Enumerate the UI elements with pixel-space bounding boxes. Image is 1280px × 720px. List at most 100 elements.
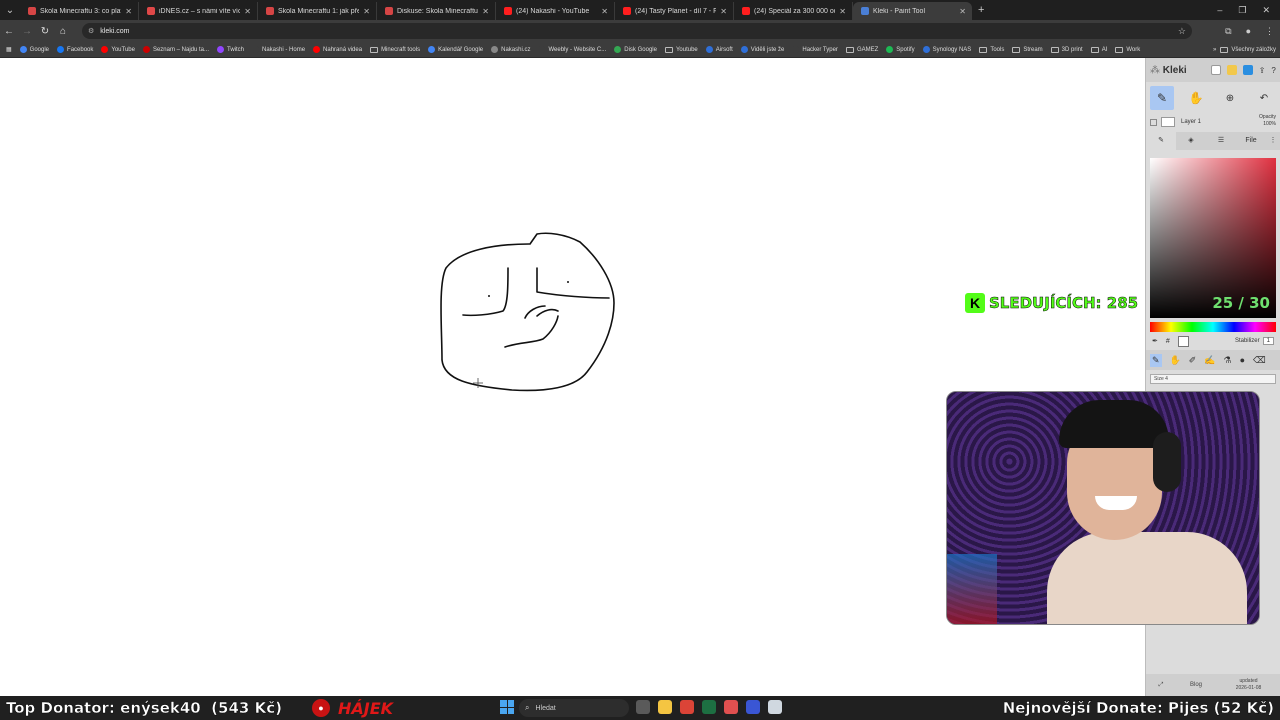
eraser-icon[interactable]: ⌫ [1253,355,1266,366]
current-color-swatch[interactable] [1177,335,1189,347]
address-bar[interactable]: ⚙ kleki.com ☆ [82,23,1192,39]
close-tab-icon[interactable]: ✕ [959,7,966,16]
layer-visibility-checkbox[interactable] [1150,118,1157,126]
bookmark-item[interactable]: Nahraná videa [313,46,362,53]
blend-brush-icon[interactable]: ✋ [1170,355,1181,366]
profile-icon[interactable]: ● [1246,26,1251,36]
tab-file[interactable]: File [1236,132,1266,150]
chemy-brush-icon[interactable]: ⚗ [1224,355,1232,366]
home-icon[interactable]: ⌂ [54,26,72,37]
pen-brush-icon[interactable]: ✎ [1150,353,1162,367]
kleki-favicon-icon [861,7,869,15]
blog-link[interactable]: Blog [1176,682,1216,688]
close-tab-icon[interactable]: ✕ [125,7,132,16]
bookmark-folder[interactable]: Minecraft tools [370,46,420,53]
undo-icon[interactable]: ↶ [1252,86,1276,110]
bookmark-item[interactable]: Spotify [886,46,915,53]
close-tab-icon[interactable]: ✕ [720,7,727,16]
chrome-icon[interactable] [680,700,694,714]
tab-layers[interactable]: ◈ [1176,132,1206,150]
bookmark-item[interactable]: Twitch [217,46,244,53]
excel-icon[interactable] [702,700,716,714]
brush-tool-icon[interactable]: ✎ [1150,86,1174,110]
color-picker[interactable]: 25 / 30 [1150,158,1276,318]
bookmark-item[interactable]: Facebook [57,46,93,53]
steam-icon[interactable] [768,700,782,714]
hue-slider[interactable] [1150,322,1276,332]
bookmark-item[interactable]: YouTube [101,46,135,53]
layer-row[interactable]: Layer 1 Opacity 100% [1146,114,1280,130]
task-view-icon[interactable] [636,700,650,714]
bookmark-item[interactable]: Nakashi - Home [252,46,305,53]
minimize-icon[interactable]: – [1217,5,1222,15]
bookmark-item[interactable]: Viděli jste že [740,46,784,53]
stabilizer-select[interactable]: 1 [1262,337,1274,345]
forward-icon[interactable]: → [18,26,36,37]
bookmark-item[interactable]: Disk Google [614,46,657,53]
back-icon[interactable]: ← [0,26,18,37]
folder-open-icon[interactable] [1226,65,1237,75]
file-explorer-icon[interactable] [658,700,672,714]
browser-tab[interactable]: Kleki - Paint Tool ✕ [853,2,972,20]
tab-adjust[interactable]: ☰ [1206,132,1236,150]
bookmark-folder[interactable]: 3D print [1050,46,1083,53]
browser-tab[interactable]: (24) Speciál za 300 000 odběr ✕ [734,2,853,20]
bookmarks-overflow-button[interactable]: » [1213,47,1216,53]
bookmark-item[interactable]: Weebly - Website C... [538,46,606,53]
close-tab-icon[interactable]: ✕ [363,7,370,16]
sketchy-brush-icon[interactable]: ✐ [1189,355,1197,366]
close-tab-icon[interactable]: ✕ [482,7,489,16]
browser-tab[interactable]: (24) Tasty Planet - díl 7 - Finál✕ [615,2,734,20]
maximize-icon[interactable]: ❐ [1238,5,1246,16]
size-slider[interactable]: Size 4 [1150,374,1276,384]
all-bookmarks-folder[interactable]: Všechny záložky [1220,47,1276,53]
hex-input-icon[interactable]: # [1166,338,1170,345]
eyedropper-icon[interactable]: ✒ [1152,337,1158,345]
share-icon[interactable]: ⇪ [1259,66,1266,75]
smudge-brush-icon[interactable]: ● [1240,355,1245,365]
close-tab-icon[interactable]: ✕ [244,7,251,16]
game-launcher-icon[interactable] [746,700,760,714]
settings-icon[interactable] [724,700,738,714]
bookmark-item[interactable]: Seznam – Najdu ta... [142,46,209,53]
bookmark-folder[interactable]: Stream [1012,46,1043,53]
zoom-in-icon[interactable]: ⊕ [1218,86,1242,110]
browser-tab[interactable]: (24) Nakashi - YouTube ✕ [496,2,615,20]
bookmark-item[interactable]: Kalendář Google [428,46,483,53]
bookmark-item[interactable]: Google [19,46,49,53]
bookmark-star-icon[interactable]: ☆ [1178,26,1186,37]
more-icon[interactable]: ⋮ [1266,132,1280,150]
browser-tab[interactable]: Diskuse: Škola Minecraftu 1: ja ✕ [377,2,496,20]
bookmark-folder[interactable]: AI [1090,46,1107,53]
apps-grid-icon[interactable]: ▦ [6,46,12,53]
bookmark-item[interactable]: Airsoft [705,46,733,53]
extensions-icon[interactable]: ⧉ [1225,26,1231,37]
browser-tab[interactable]: Škola Minecraftu 3: co platí na ✕ [20,2,139,20]
close-window-icon[interactable]: ✕ [1262,5,1270,16]
bookmark-item[interactable]: Nakashi.cz [491,46,530,53]
windows-start-icon[interactable] [500,700,514,714]
bookmark-item[interactable]: Synology NAS [922,46,971,53]
menu-icon[interactable]: ⋮ [1265,26,1274,37]
tab-brush[interactable]: ✎ [1146,132,1176,150]
bookmark-folder[interactable]: Work [1115,46,1140,53]
new-image-icon[interactable] [1210,65,1221,75]
bookmark-folder[interactable]: GAMEZ [845,46,878,53]
bookmark-folder[interactable]: Youtube [664,46,698,53]
reload-icon[interactable]: ↻ [36,26,54,37]
tab-search-icon[interactable]: ⌄ [0,0,20,20]
fullscreen-icon[interactable]: ⤢ [1146,682,1176,689]
site-info-icon[interactable]: ⚙ [88,27,94,35]
download-icon[interactable] [1242,65,1253,75]
new-tab-button[interactable]: + [972,4,990,16]
close-tab-icon[interactable]: ✕ [601,7,608,16]
hand-tool-icon[interactable]: ✋ [1184,86,1208,110]
pixel-brush-icon[interactable]: ✍ [1204,355,1215,366]
bookmark-folder[interactable]: Tools [979,46,1004,53]
bookmark-item[interactable]: Hacker Typer [792,46,838,53]
browser-tab[interactable]: iDNES.cz – s námi víte víc ✕ [139,2,258,20]
taskbar-search[interactable]: ⌕ Hledat [519,699,629,717]
help-icon[interactable]: ? [1271,66,1275,75]
close-tab-icon[interactable]: ✕ [839,7,846,16]
browser-tab[interactable]: Škola Minecraftu 1: jak přežít p✕ [258,2,377,20]
